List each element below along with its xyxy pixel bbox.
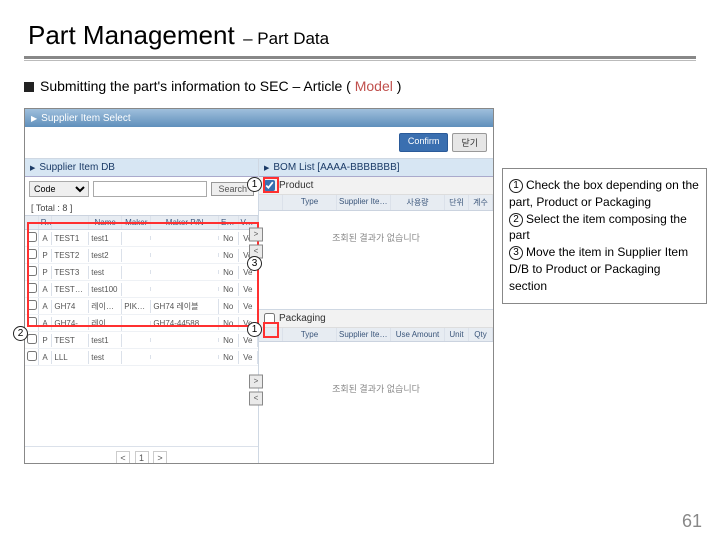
packaging-section-header: Packaging (259, 310, 493, 328)
search-type-select[interactable]: Code (29, 181, 89, 197)
callout-1b: 1 (247, 322, 262, 337)
callout-3: 3 (247, 256, 262, 271)
total-count: [ Total : 8 ] (25, 201, 258, 215)
table-row[interactable]: PTESTtest1NoVe (25, 332, 258, 349)
move-right-button[interactable]: > (249, 228, 263, 242)
confirm-button[interactable]: Confirm (399, 133, 449, 152)
packaging-check-highlight (263, 322, 279, 338)
bom-list-header: BOM List [AAAA-BBBBBBB] (259, 159, 493, 177)
row-checkbox[interactable] (27, 351, 37, 361)
selection-highlight (27, 222, 259, 327)
pager-prev[interactable]: < (116, 451, 130, 464)
product-section-header: Product (259, 177, 493, 195)
table-row[interactable]: ALLLtestNoVe (25, 349, 258, 366)
product-no-data: 조회된 결과가 없습니다 (259, 211, 493, 264)
page-title-sub: – Part Data (243, 29, 329, 48)
product-check-highlight (263, 177, 279, 193)
dialog-title-bar: Supplier Item Select (25, 109, 493, 127)
dialog-button-row: Confirm 닫기 (25, 127, 493, 159)
move-right-button-2[interactable]: > (249, 374, 263, 388)
pager: < 1 > (25, 446, 258, 464)
move-left-button-2[interactable]: < (249, 391, 263, 405)
pager-page[interactable]: 1 (135, 451, 149, 464)
callout-2: 2 (13, 326, 28, 341)
divider-thick (24, 56, 696, 59)
callout-1a: 1 (247, 177, 262, 192)
divider-thin (24, 60, 696, 61)
subheading: Submitting the part's information to SEC… (24, 78, 401, 94)
square-bullet-icon (24, 82, 34, 92)
search-input[interactable] (93, 181, 207, 197)
product-table-header: Type Supplier Item code 사용량 단위 계수 (259, 195, 493, 211)
notes-box: 1Check the box depending on the part, Pr… (502, 168, 707, 304)
close-button[interactable]: 닫기 (452, 133, 487, 152)
pager-next[interactable]: > (153, 451, 167, 464)
packaging-no-data: 조회된 결과가 없습니다 (259, 342, 493, 435)
row-checkbox[interactable] (27, 334, 37, 344)
page-number: 61 (682, 511, 702, 532)
packaging-table-header: Type Supplier Item code Use Amount Unit … (259, 328, 493, 342)
supplier-db-section-header: Supplier Item DB (25, 159, 258, 177)
page-title-main: Part Management (28, 20, 235, 50)
